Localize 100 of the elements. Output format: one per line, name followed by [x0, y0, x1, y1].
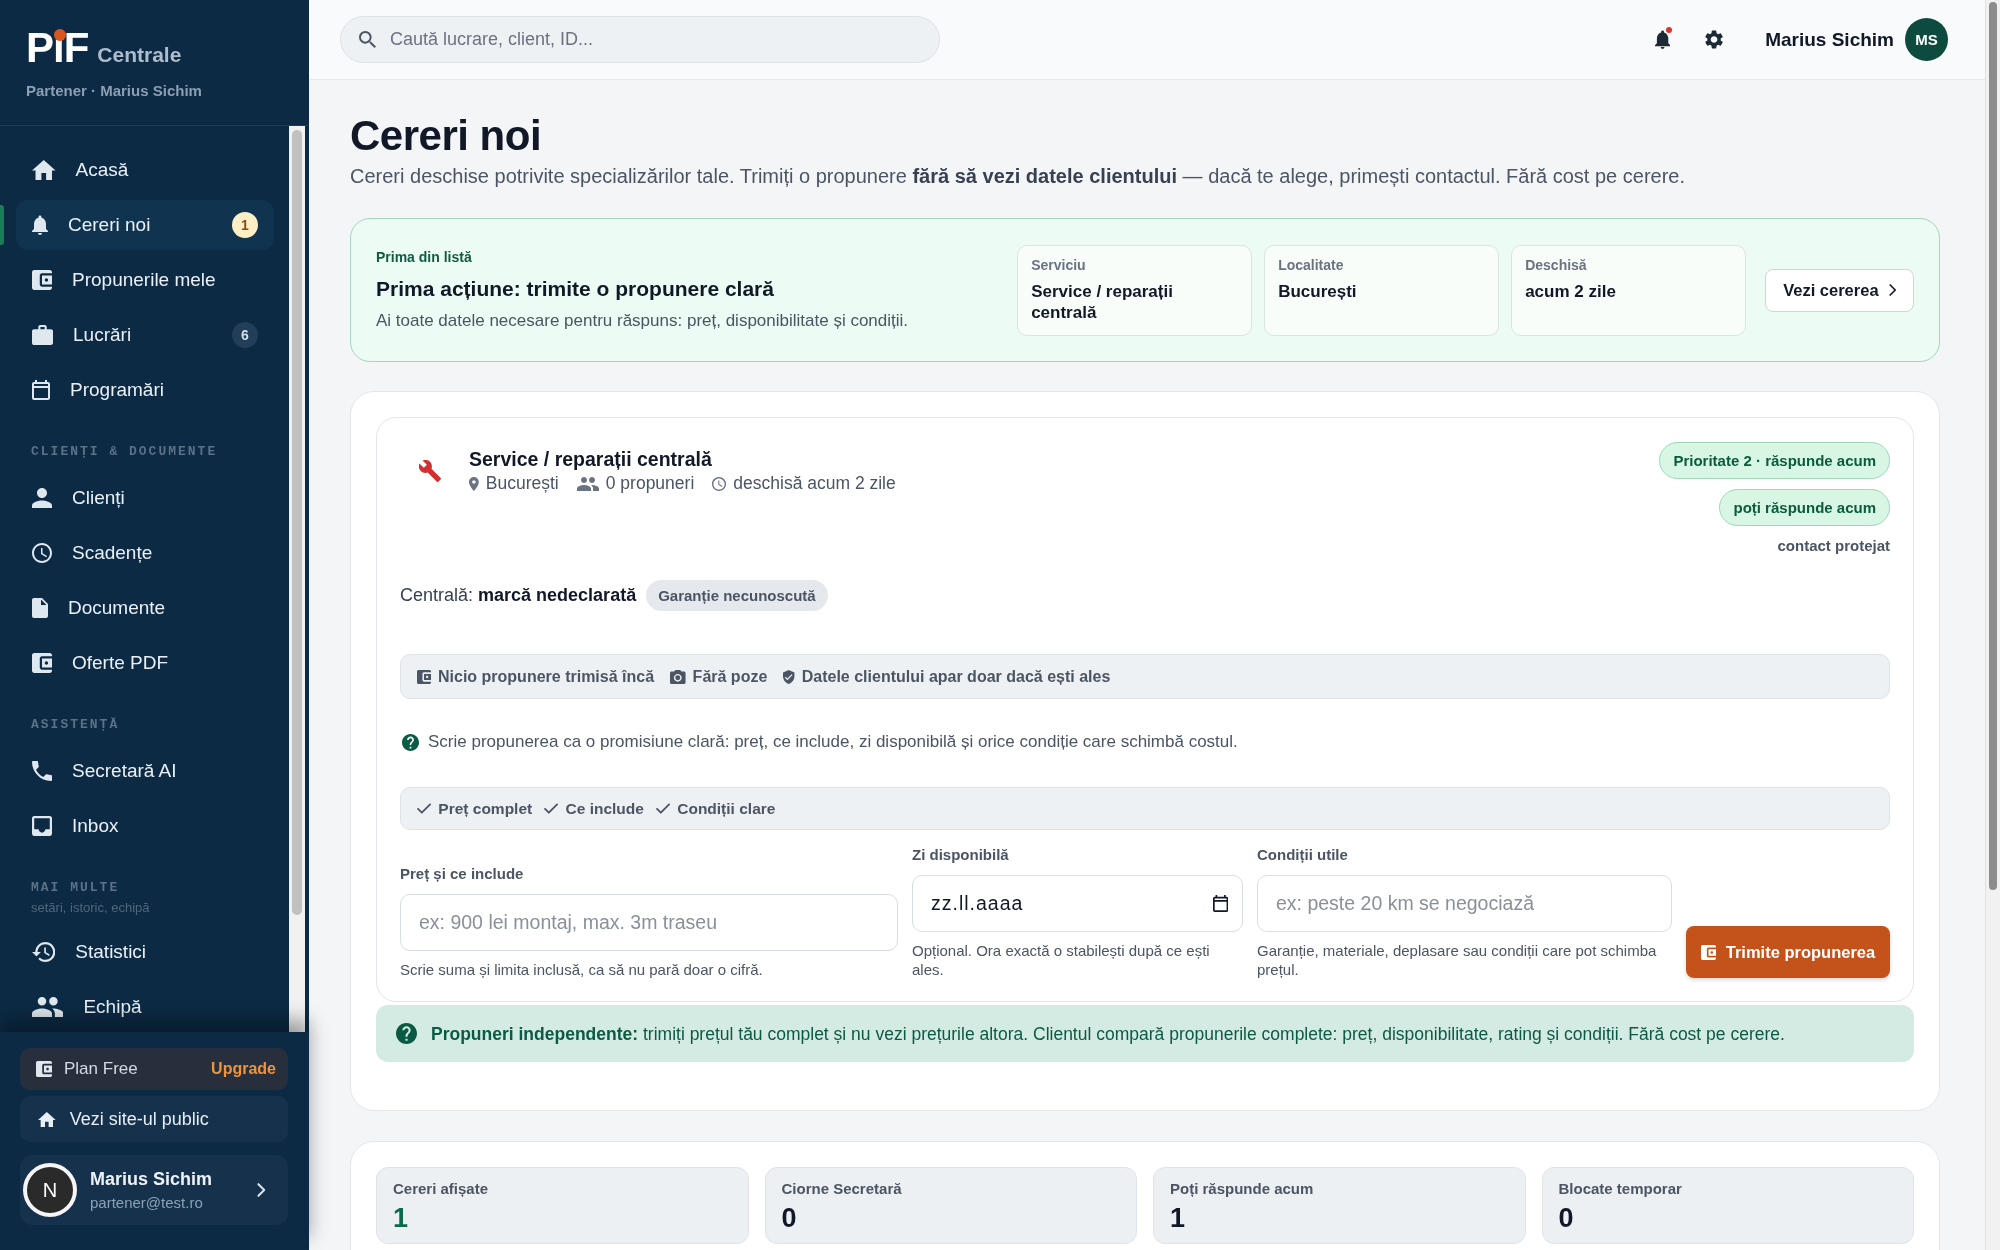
meta-text: București: [485, 473, 559, 494]
scrollbar-thumb[interactable]: [292, 130, 302, 915]
calendar-icon: [32, 380, 50, 400]
sidebar-nav-item[interactable]: Oferte PDF: [16, 638, 274, 688]
section-caption: setări, istoric, echipă: [30, 901, 151, 915]
briefcase-icon: [32, 325, 54, 345]
home-icon: [32, 160, 56, 180]
wallet-icon: [32, 653, 52, 673]
wallet-icon: [1700, 944, 1716, 960]
stat-value: 0: [1558, 1202, 1575, 1234]
banner-text: Propuneri independente: trimiți prețul tău complet și nu vezi prețurile altora. Clientul compară propunerile complete: preț, disponibilitate, rating și condiții. Fără cost pe cerere.: [431, 1022, 1785, 1045]
sidebar-nav-item[interactable]: Cereri noi 1: [16, 200, 274, 250]
help-icon: [402, 733, 419, 751]
request-title: Service / reparații centrală: [469, 447, 713, 471]
field-hint: Scrie suma și limita inclusă, ca să nu pară doar o cifră.: [400, 960, 764, 979]
person-icon: [32, 488, 52, 508]
scrollbar[interactable]: [289, 126, 305, 1032]
field-label: Condiții utile: [1257, 846, 1349, 864]
page-title: Cereri noi: [350, 113, 543, 159]
date-field[interactable]: zz.ll.aaaa: [912, 875, 1243, 932]
product-name: Centrale: [97, 43, 182, 67]
clock-icon: [32, 543, 52, 563]
user-avatar: N: [23, 1163, 77, 1217]
help-icon: [396, 1023, 417, 1044]
sidebar-nav-item[interactable]: Inbox: [16, 801, 274, 851]
phone-icon: [32, 761, 52, 781]
checklist-label: Condiții clare: [677, 799, 776, 818]
user-avatar[interactable]: MS: [1905, 18, 1948, 61]
status-text: Fără poze: [692, 667, 768, 686]
search-icon: [359, 31, 376, 48]
stat-value: 1: [393, 1202, 410, 1234]
inbox-icon: [32, 816, 52, 836]
sidebar-nav-item[interactable]: Lucrări 6: [16, 310, 274, 360]
checklist-label: Ce include: [565, 799, 644, 818]
input-field[interactable]: ex: peste 20 km se negociază: [1257, 875, 1672, 932]
user-email: partener@test.ro: [90, 1194, 204, 1211]
scrollbar-thumb[interactable]: [1989, 2, 1997, 890]
chevron-right-icon[interactable]: [257, 1183, 266, 1197]
stat-value: 0: [781, 1202, 798, 1234]
sidebar-nav-item[interactable]: Documente: [16, 583, 274, 633]
people-icon: [32, 997, 64, 1017]
featured-text: Ai toate datele necesare pentru răspuns: preț, disponibilitate și condiții.: [376, 310, 910, 331]
count-badge: 1: [232, 212, 258, 238]
location-pin-icon: [469, 476, 479, 491]
stat-label: Ciorne Secretară: [781, 1180, 903, 1198]
wallet-icon: [36, 1061, 52, 1077]
history-icon: [32, 942, 56, 962]
status-text: Datele clientului apar doar dacă ești ales: [801, 667, 1111, 686]
boiler-info: Centrală: marcă nedeclarată: [400, 585, 637, 606]
page-intro: Cereri deschise potrivite specializărilor tale. Trimiți o propunere fără să vezi datele clientului — dacă te alege, primești contactul. Fără cost pe cerere.: [350, 164, 1687, 188]
sidebar-nav-item[interactable]: Echipă: [16, 982, 274, 1032]
input-field[interactable]: ex: 900 lei montaj, max. 3m traseu: [400, 894, 898, 951]
contact-note: contact protejat: [1777, 536, 1890, 556]
sidebar-nav-item[interactable]: Programări: [16, 365, 274, 415]
help-text: Scrie propunerea ca o promisiune clară: preț, ce include, zi disponibilă și orice condiție care schimbă costul.: [428, 731, 1238, 753]
eyebrow-label: Prima din listă: [376, 249, 473, 266]
chevron-right-icon: [1888, 284, 1896, 296]
camera-icon: [670, 669, 686, 684]
submit-button[interactable]: Trimite propunerea: [1686, 926, 1890, 978]
fact-label: Deschisă: [1525, 256, 1588, 274]
stat-value: 1: [1170, 1202, 1187, 1234]
document-icon: [32, 598, 48, 618]
field-label: Preț și ce include: [400, 865, 525, 883]
sidebar-nav-item[interactable]: Statistici: [16, 927, 274, 977]
sidebar-nav-item[interactable]: Propunerile mele: [16, 255, 274, 305]
section-heading: ASISTENȚĂ: [30, 716, 121, 732]
upgrade-link[interactable]: Upgrade: [211, 1060, 276, 1078]
field-hint: Opțional. Ora exactă o stabilești după ce ești ales.: [912, 941, 1211, 979]
search-field[interactable]: Caută lucrare, client, ID...: [340, 16, 940, 63]
fact-value: București: [1278, 280, 1358, 302]
calendar-icon[interactable]: [1212, 895, 1228, 912]
view-request-button[interactable]: Vezi cererea: [1765, 268, 1914, 312]
settings-icon[interactable]: [1705, 30, 1724, 49]
people-icon: [576, 476, 599, 491]
featured-title: Prima acțiune: trimite o propunere clară: [376, 276, 775, 302]
sidebar-nav-item[interactable]: Scadențe: [16, 528, 274, 578]
fact-label: Serviciu: [1031, 256, 1087, 274]
clock-icon: [712, 476, 727, 491]
status-badge: poți răspunde acum: [1719, 489, 1890, 526]
section-heading: MAI MULTE: [30, 879, 121, 895]
stat-label: Cereri afișate: [393, 1180, 490, 1198]
status-badge: Prioritate 2 · răspunde acum: [1659, 442, 1890, 479]
section-heading: CLIENȚI & DOCUMENTE: [30, 443, 219, 459]
public-site-link[interactable]: Vezi site-ul public: [20, 1096, 288, 1142]
sidebar-nav-item[interactable]: Clienți: [16, 473, 274, 523]
status-text: Nicio propunere trimisă încă: [438, 667, 655, 686]
meta-text: 0 propuneri: [605, 473, 695, 494]
wallet-icon: [32, 270, 52, 290]
stat-label: Blocate temporar: [1558, 1180, 1683, 1198]
bell-icon[interactable]: [1654, 30, 1671, 49]
sidebar-nav-item[interactable]: Acasă: [16, 145, 274, 195]
field-label: Zi disponibilă: [912, 846, 1010, 864]
account-line: Partener · Marius Sichim: [26, 82, 203, 99]
plan-label: Plan Free: [64, 1059, 138, 1079]
field-hint: Garanție, materiale, deplasare sau condiții care pot schimba prețul.: [1257, 941, 1658, 979]
fact-value: Service / reparații centrală: [1031, 280, 1174, 323]
scrollbar[interactable]: [1985, 0, 2000, 1250]
checklist-label: Preț complet: [438, 799, 533, 818]
sidebar-nav-item[interactable]: Secretară AI: [16, 746, 274, 796]
bell-icon: [32, 215, 48, 235]
